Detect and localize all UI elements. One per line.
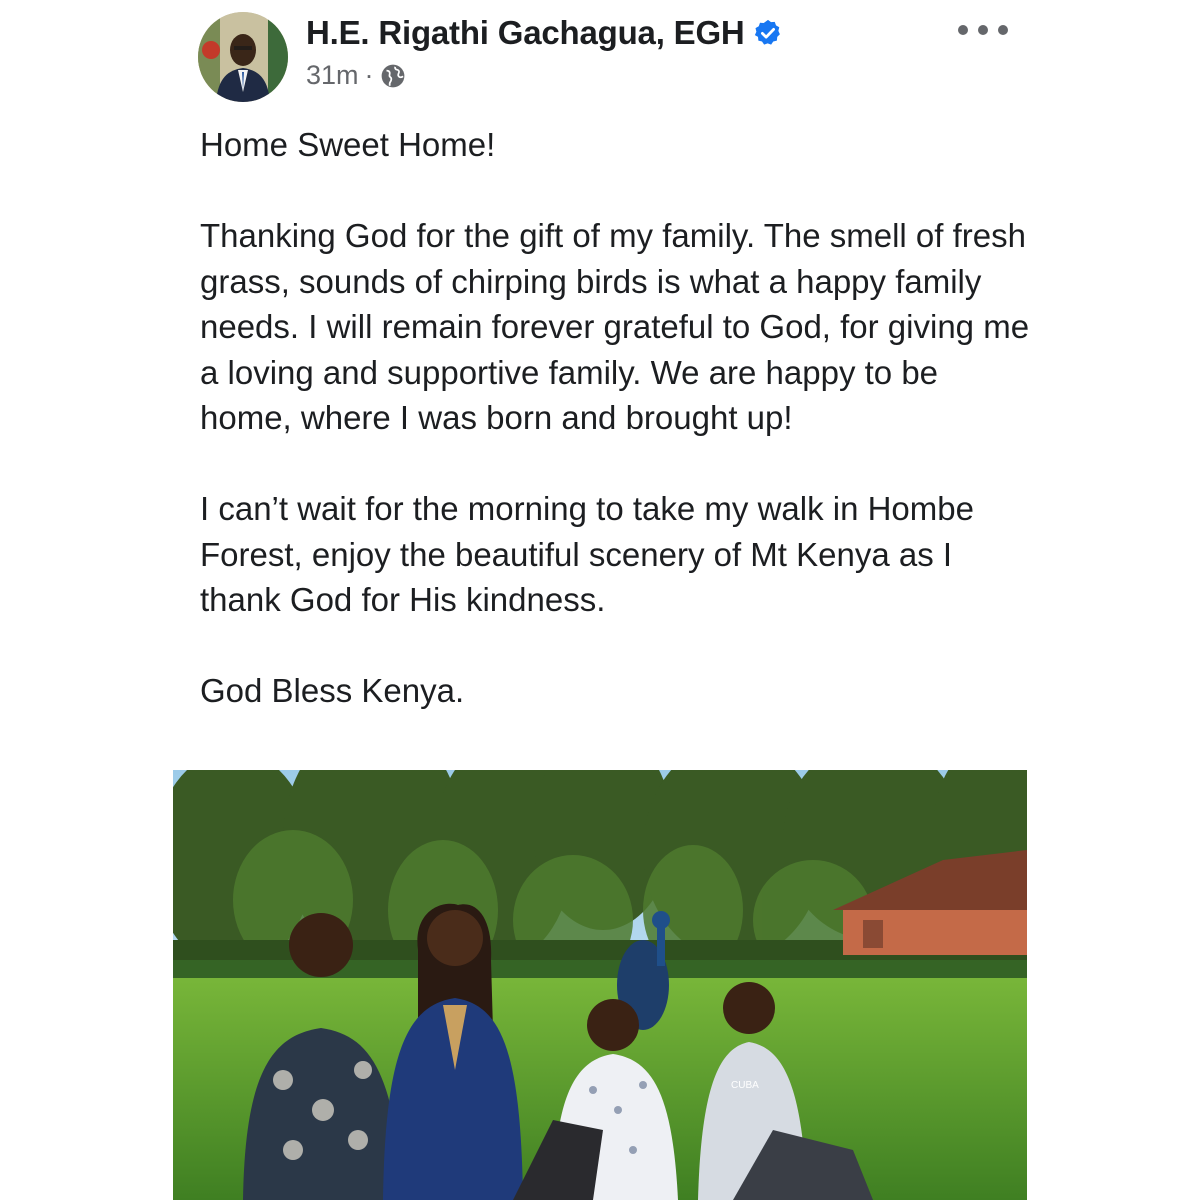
post-meta: 31m · bbox=[306, 60, 406, 91]
family-photo-image: CUBA bbox=[173, 770, 1027, 1200]
post-paragraph: Home Sweet Home! bbox=[200, 126, 496, 163]
author-name[interactable]: H.E. Rigathi Gachagua, EGH bbox=[306, 14, 745, 52]
post-paragraph: I can’t wait for the morning to take my … bbox=[200, 490, 974, 618]
globe-icon[interactable] bbox=[380, 63, 406, 89]
avatar-image bbox=[198, 12, 288, 102]
post-time[interactable]: 31m bbox=[306, 60, 359, 91]
more-options-icon[interactable] bbox=[958, 20, 1008, 40]
post-body: Home Sweet Home! Thanking God for the gi… bbox=[200, 122, 1030, 714]
shirt-print-text: CUBA bbox=[731, 1080, 759, 1091]
post-paragraph: God Bless Kenya. bbox=[200, 672, 465, 709]
post-paragraph: Thanking God for the gift of my family. … bbox=[200, 217, 1030, 436]
post-photo[interactable]: CUBA bbox=[173, 770, 1027, 1200]
meta-separator: · bbox=[364, 60, 374, 90]
author-avatar[interactable] bbox=[198, 12, 288, 102]
post-author[interactable]: H.E. Rigathi Gachagua, EGH bbox=[306, 14, 783, 52]
verified-badge-icon bbox=[753, 18, 783, 48]
